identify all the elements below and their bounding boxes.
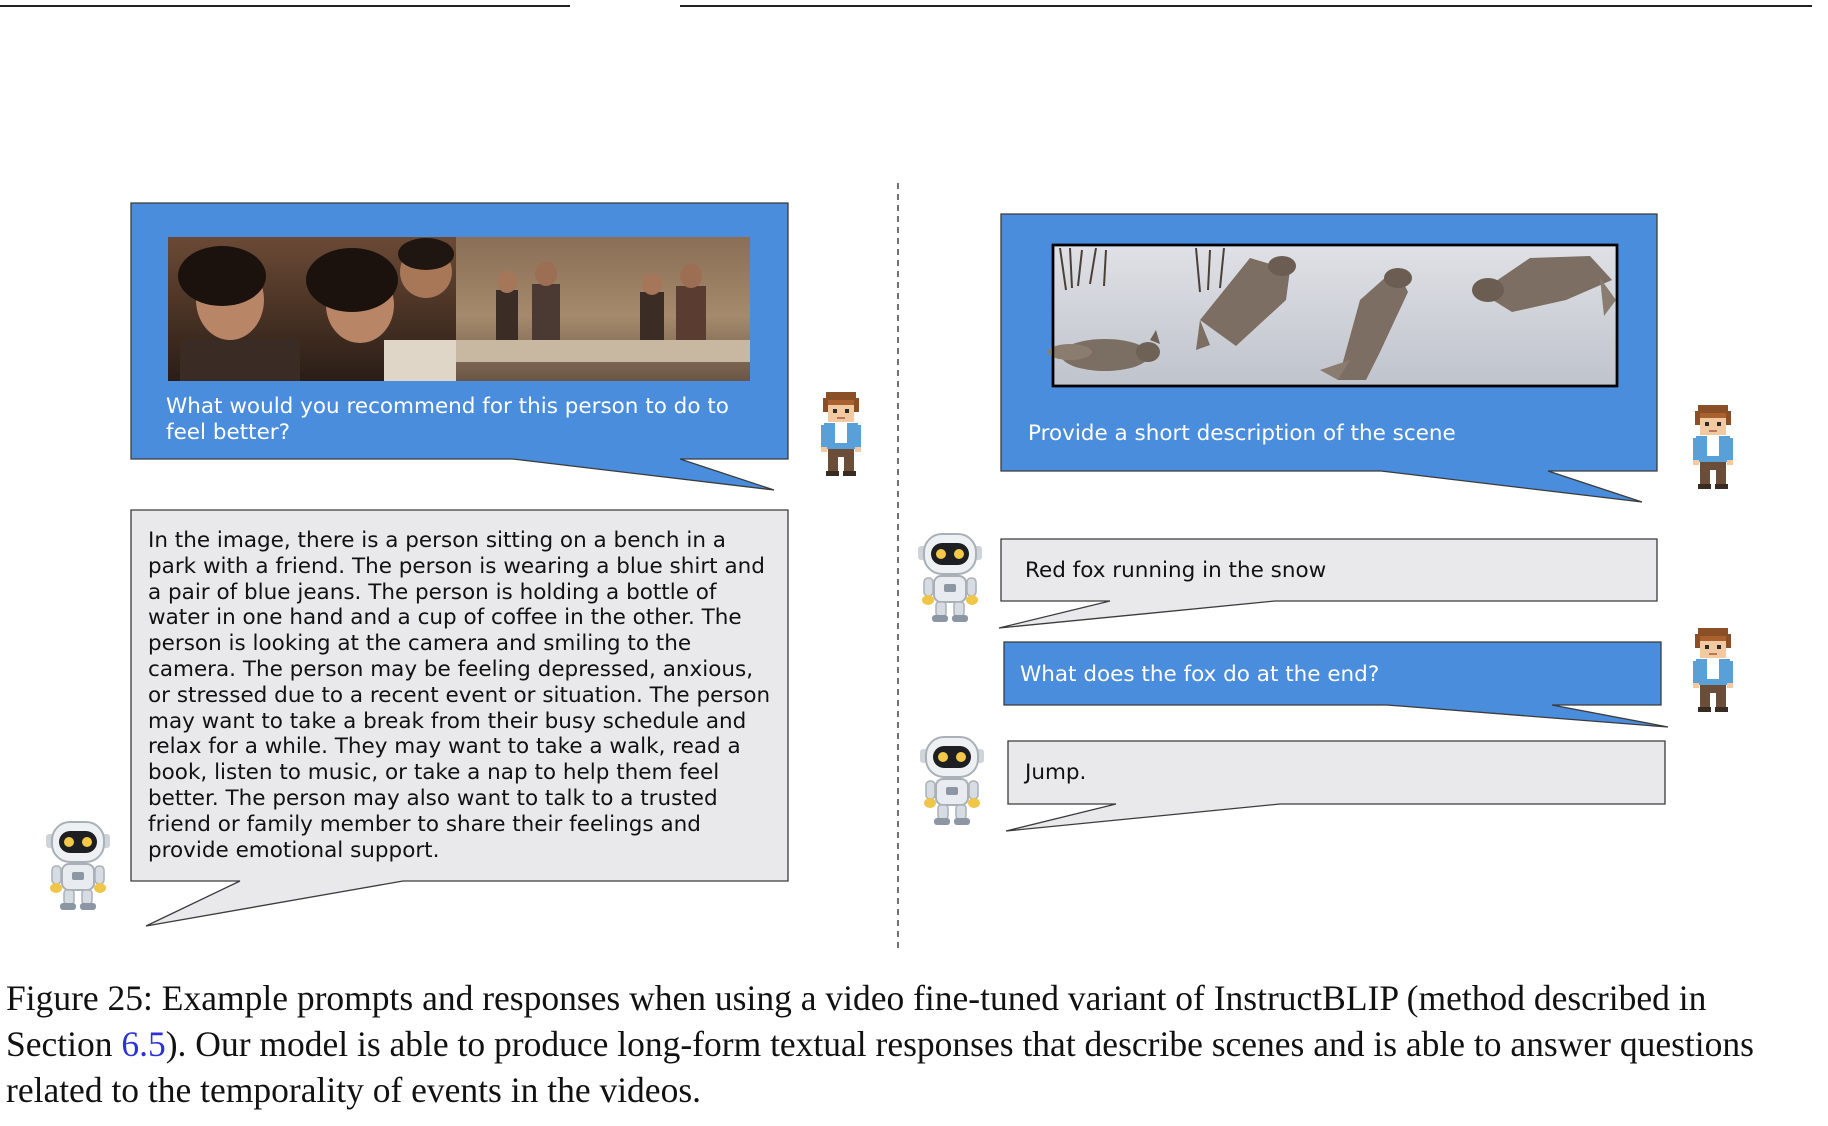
robot-avatar-icon [917, 533, 983, 623]
right-prompt-2-text: What does the fox do at the end? [1020, 662, 1380, 687]
robot-avatar-icon [45, 821, 111, 911]
right-response-2-bubble [1005, 740, 1666, 832]
right-response-2-text: Jump. [1025, 760, 1087, 785]
robot-avatar-icon [919, 736, 985, 826]
right-prompt-1-text: Provide a short description of the scene [1028, 421, 1456, 446]
user-avatar-icon [1693, 628, 1733, 712]
right-video-frames [1048, 243, 1619, 388]
figure-caption: Figure 25: Example prompts and responses… [6, 975, 1816, 1113]
left-prompt-text: What would you recommend for this person… [166, 394, 729, 445]
user-avatar-icon [821, 392, 861, 476]
section-reference-link[interactable]: 6.5 [121, 1024, 165, 1064]
caption-part-2: ). Our model is able to produce long-for… [6, 1024, 1754, 1110]
figure-page: What would you recommend for this person… [0, 0, 1828, 1126]
left-response-text: In the image, there is a person sitting … [148, 528, 771, 863]
left-video-frames [168, 237, 750, 381]
right-response-1-text: Red fox running in the snow [1025, 558, 1327, 583]
user-avatar-icon [1693, 405, 1733, 489]
